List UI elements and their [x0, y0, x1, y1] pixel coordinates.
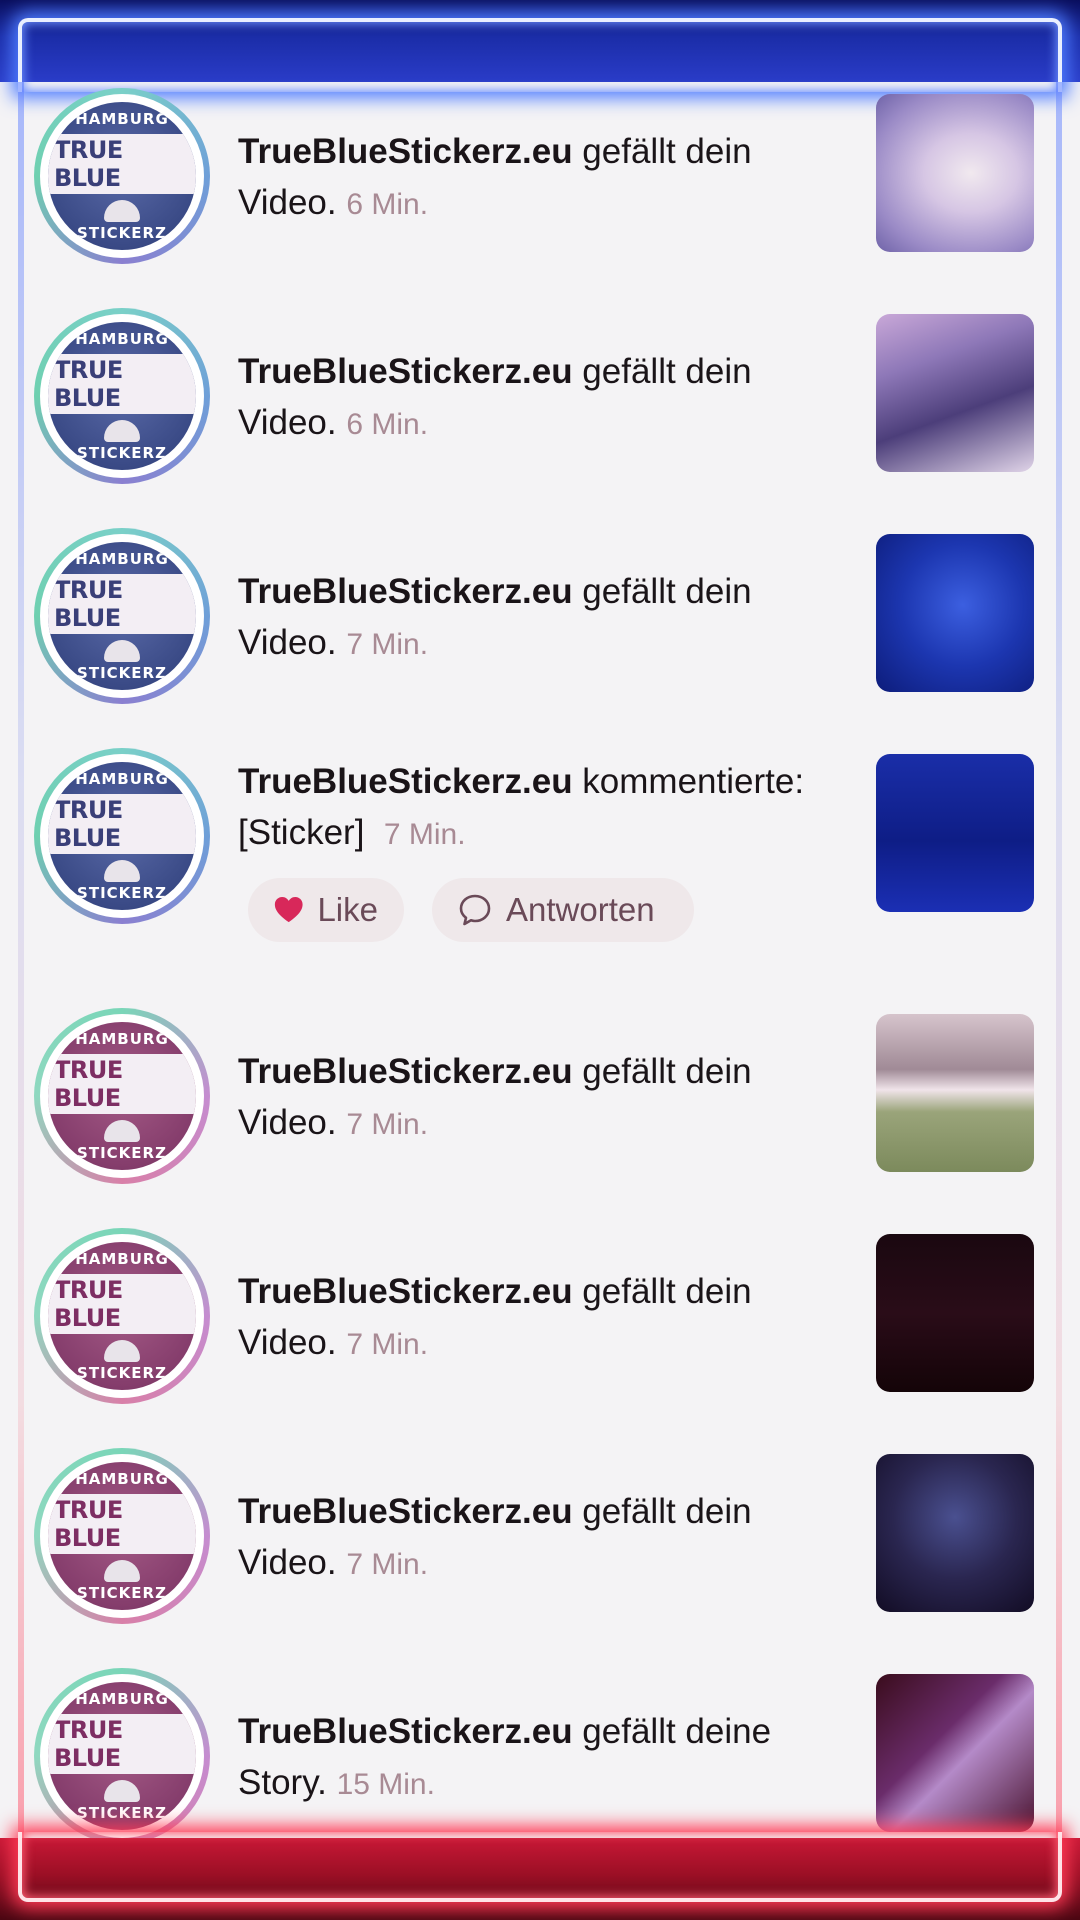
true-blue-badge-icon: HAMBURG TRUE BLUE STICKERZ — [48, 542, 196, 690]
avatar[interactable]: HAMBURG TRUE BLUE STICKERZ — [34, 1008, 210, 1184]
neon-frame-bottom — [0, 1832, 1080, 1920]
username-link[interactable]: TrueBlueStickerz.eu — [238, 1492, 573, 1531]
timestamp: 6 Min. — [346, 188, 429, 221]
notification-item[interactable]: HAMBURG TRUE BLUE STICKERZ TrueBlueStick… — [0, 1002, 1080, 1192]
true-blue-badge-icon: HAMBURG TRUE BLUE STICKERZ — [48, 762, 196, 910]
neon-frame-top — [0, 0, 1080, 92]
true-blue-badge-icon: HAMBURG TRUE BLUE STICKERZ — [48, 322, 196, 470]
avatar[interactable]: HAMBURG TRUE BLUE STICKERZ — [34, 88, 210, 264]
notification-text: TrueBlueStickerz.eu kommentierte: [Stick… — [238, 762, 805, 852]
notification-item[interactable]: HAMBURG TRUE BLUE STICKERZ TrueBlueStick… — [0, 1222, 1080, 1412]
timestamp: 7 Min. — [346, 628, 429, 661]
timestamp: 7 Min. — [346, 1108, 429, 1141]
timestamp: 7 Min. — [383, 818, 466, 851]
notification-text: TrueBlueStickerz.eu gefällt deine Story.… — [238, 1712, 772, 1802]
notification-text: TrueBlueStickerz.eu gefällt dein Video. … — [238, 1492, 752, 1582]
story-thumbnail[interactable] — [876, 1674, 1034, 1832]
video-thumbnail[interactable] — [876, 1234, 1034, 1392]
true-blue-badge-icon: HAMBURG TRUE BLUE STICKERZ — [48, 1242, 196, 1390]
notification-item[interactable]: HAMBURG TRUE BLUE STICKERZ TrueBlueStick… — [0, 522, 1080, 712]
true-blue-badge-icon: HAMBURG TRUE BLUE STICKERZ — [48, 1682, 196, 1830]
notification-item[interactable]: HAMBURG TRUE BLUE STICKERZ TrueBlueStick… — [0, 1442, 1080, 1632]
heart-icon — [274, 897, 303, 923]
avatar[interactable]: HAMBURG TRUE BLUE STICKERZ — [34, 1448, 210, 1624]
notification-text: TrueBlueStickerz.eu gefällt dein Video. … — [238, 352, 752, 442]
username-link[interactable]: TrueBlueStickerz.eu — [238, 132, 573, 171]
avatar[interactable]: HAMBURG TRUE BLUE STICKERZ — [34, 1228, 210, 1404]
timestamp: 7 Min. — [346, 1548, 429, 1581]
avatar[interactable]: HAMBURG TRUE BLUE STICKERZ — [34, 1668, 210, 1844]
notification-item[interactable]: HAMBURG TRUE BLUE STICKERZ TrueBlueStick… — [0, 82, 1080, 272]
username-link[interactable]: TrueBlueStickerz.eu — [238, 1712, 573, 1751]
timestamp: 7 Min. — [346, 1328, 429, 1361]
notification-item[interactable]: HAMBURG TRUE BLUE STICKERZ TrueBlueStick… — [0, 302, 1080, 492]
video-thumbnail[interactable] — [876, 94, 1034, 252]
true-blue-badge-icon: HAMBURG TRUE BLUE STICKERZ — [48, 1022, 196, 1170]
video-thumbnail[interactable] — [876, 314, 1034, 472]
reply-button[interactable]: Antworten — [432, 878, 694, 942]
true-blue-badge-icon: HAMBURG TRUE BLUE STICKERZ — [48, 1462, 196, 1610]
reply-bubble-icon — [459, 894, 491, 926]
video-thumbnail[interactable] — [876, 1454, 1034, 1612]
video-thumbnail[interactable] — [876, 754, 1034, 912]
notification-text: TrueBlueStickerz.eu gefällt dein Video. … — [238, 1272, 752, 1362]
notification-text: TrueBlueStickerz.eu gefällt dein Video. … — [238, 132, 752, 222]
username-link[interactable]: TrueBlueStickerz.eu — [238, 572, 573, 611]
video-thumbnail[interactable] — [876, 1014, 1034, 1172]
username-link[interactable]: TrueBlueStickerz.eu — [238, 1052, 573, 1091]
notification-item[interactable]: HAMBURG TRUE BLUE STICKERZ TrueBlueStick… — [0, 1662, 1080, 1852]
username-link[interactable]: TrueBlueStickerz.eu — [238, 352, 573, 391]
username-link[interactable]: TrueBlueStickerz.eu — [238, 1272, 573, 1311]
like-button[interactable]: Like — [248, 878, 404, 942]
timestamp: 15 Min. — [336, 1768, 435, 1801]
avatar[interactable]: HAMBURG TRUE BLUE STICKERZ — [34, 748, 210, 924]
username-link[interactable]: TrueBlueStickerz.eu — [238, 762, 573, 801]
avatar[interactable]: HAMBURG TRUE BLUE STICKERZ — [34, 528, 210, 704]
timestamp: 6 Min. — [346, 408, 429, 441]
notification-text: TrueBlueStickerz.eu gefällt dein Video. … — [238, 1052, 752, 1142]
video-thumbnail[interactable] — [876, 534, 1034, 692]
avatar[interactable]: HAMBURG TRUE BLUE STICKERZ — [34, 308, 210, 484]
true-blue-badge-icon: HAMBURG TRUE BLUE STICKERZ — [48, 102, 196, 250]
notification-text: TrueBlueStickerz.eu gefällt dein Video. … — [238, 572, 752, 662]
like-label: Like — [317, 891, 378, 928]
reply-label: Antworten — [506, 891, 655, 928]
